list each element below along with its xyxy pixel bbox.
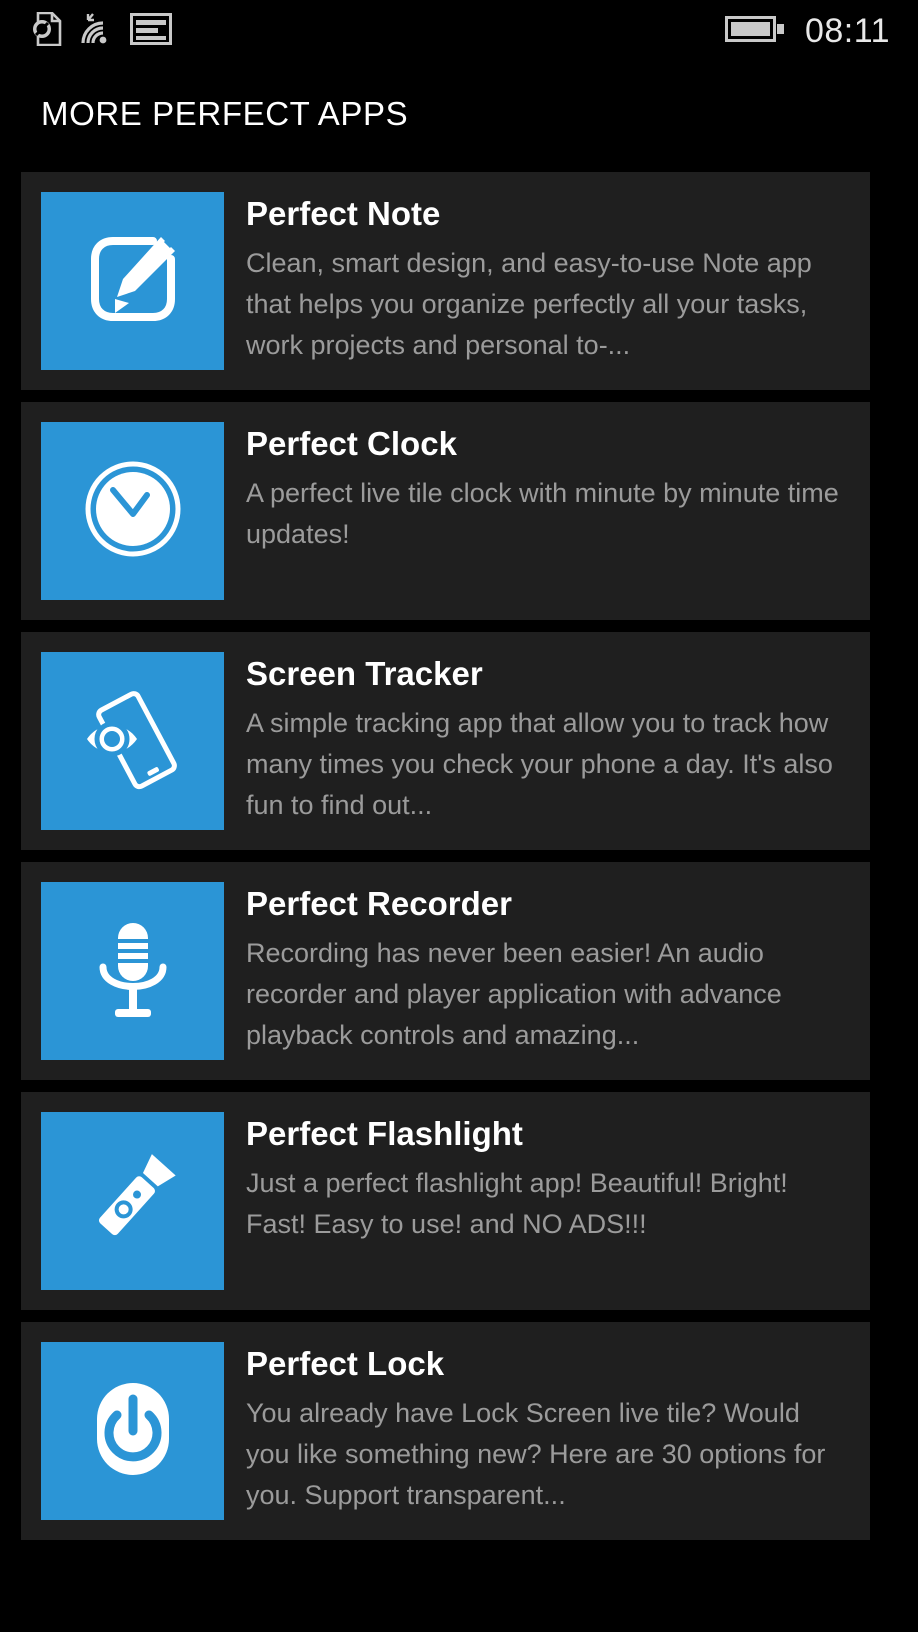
app-description: A perfect live tile clock with minute by…	[246, 477, 839, 549]
app-text-perfect-note: Perfect Note Clean, smart design, and ea…	[224, 192, 850, 366]
eye-phone-icon	[81, 687, 185, 796]
app-list-item-screen-tracker[interactable]: Screen Tracker A simple tracking app tha…	[21, 632, 870, 850]
app-title: Perfect Recorder	[246, 885, 512, 922]
app-description: You already have Lock Screen live tile? …	[246, 1397, 826, 1510]
microphone-icon	[85, 917, 181, 1026]
app-tile-screen-tracker	[41, 652, 224, 830]
app-description: Clean, smart design, and easy-to-use Not…	[246, 247, 812, 360]
status-bar-right: 08:11	[724, 0, 890, 62]
status-bar-left-icons	[30, 10, 172, 53]
app-list-item-perfect-note[interactable]: Perfect Note Clean, smart design, and ea…	[21, 172, 870, 390]
app-text-screen-tracker: Screen Tracker A simple tracking app tha…	[224, 652, 850, 826]
page-title: MORE PERFECT APPS	[41, 95, 409, 132]
app-text-perfect-recorder: Perfect Recorder Recording has never bee…	[224, 882, 850, 1056]
app-description: A simple tracking app that allow you to …	[246, 707, 833, 820]
app-title: Perfect Flashlight	[246, 1115, 523, 1152]
app-description: Just a perfect flashlight app! Beautiful…	[246, 1167, 788, 1239]
app-description: Recording has never been easier! An audi…	[246, 937, 782, 1050]
power-lock-icon	[83, 1377, 183, 1486]
app-list-item-perfect-clock[interactable]: Perfect Clock A perfect live tile clock …	[21, 402, 870, 620]
no-sim-icon	[30, 11, 62, 51]
app-list-item-perfect-lock[interactable]: Perfect Lock You already have Lock Scree…	[21, 1322, 870, 1540]
app-text-perfect-flashlight: Perfect Flashlight Just a perfect flashl…	[224, 1112, 850, 1245]
app-title: Screen Tracker	[246, 655, 483, 692]
app-text-perfect-clock: Perfect Clock A perfect live tile clock …	[224, 422, 850, 555]
battery-full-icon	[724, 13, 785, 50]
status-bar-clock: 08:11	[804, 12, 890, 50]
app-title: Perfect Clock	[246, 425, 457, 462]
app-title: Perfect Note	[246, 195, 441, 232]
app-text-perfect-lock: Perfect Lock You already have Lock Scree…	[224, 1342, 850, 1516]
app-title: Perfect Lock	[246, 1345, 445, 1382]
app-list-item-perfect-recorder[interactable]: Perfect Recorder Recording has never bee…	[21, 862, 870, 1080]
app-list: Perfect Note Clean, smart design, and ea…	[0, 172, 918, 1540]
app-tile-perfect-flashlight	[41, 1112, 224, 1290]
cellular-data-icon	[130, 12, 172, 51]
flashlight-icon	[81, 1147, 185, 1256]
note-pencil-icon	[79, 225, 187, 338]
status-bar: 08:11	[0, 0, 918, 62]
app-tile-perfect-lock	[41, 1342, 224, 1520]
clock-icon	[83, 459, 183, 564]
app-tile-perfect-recorder	[41, 882, 224, 1060]
wifi-icon	[76, 10, 116, 53]
app-tile-perfect-note	[41, 192, 224, 370]
app-tile-perfect-clock	[41, 422, 224, 600]
app-list-item-perfect-flashlight[interactable]: Perfect Flashlight Just a perfect flashl…	[21, 1092, 870, 1310]
